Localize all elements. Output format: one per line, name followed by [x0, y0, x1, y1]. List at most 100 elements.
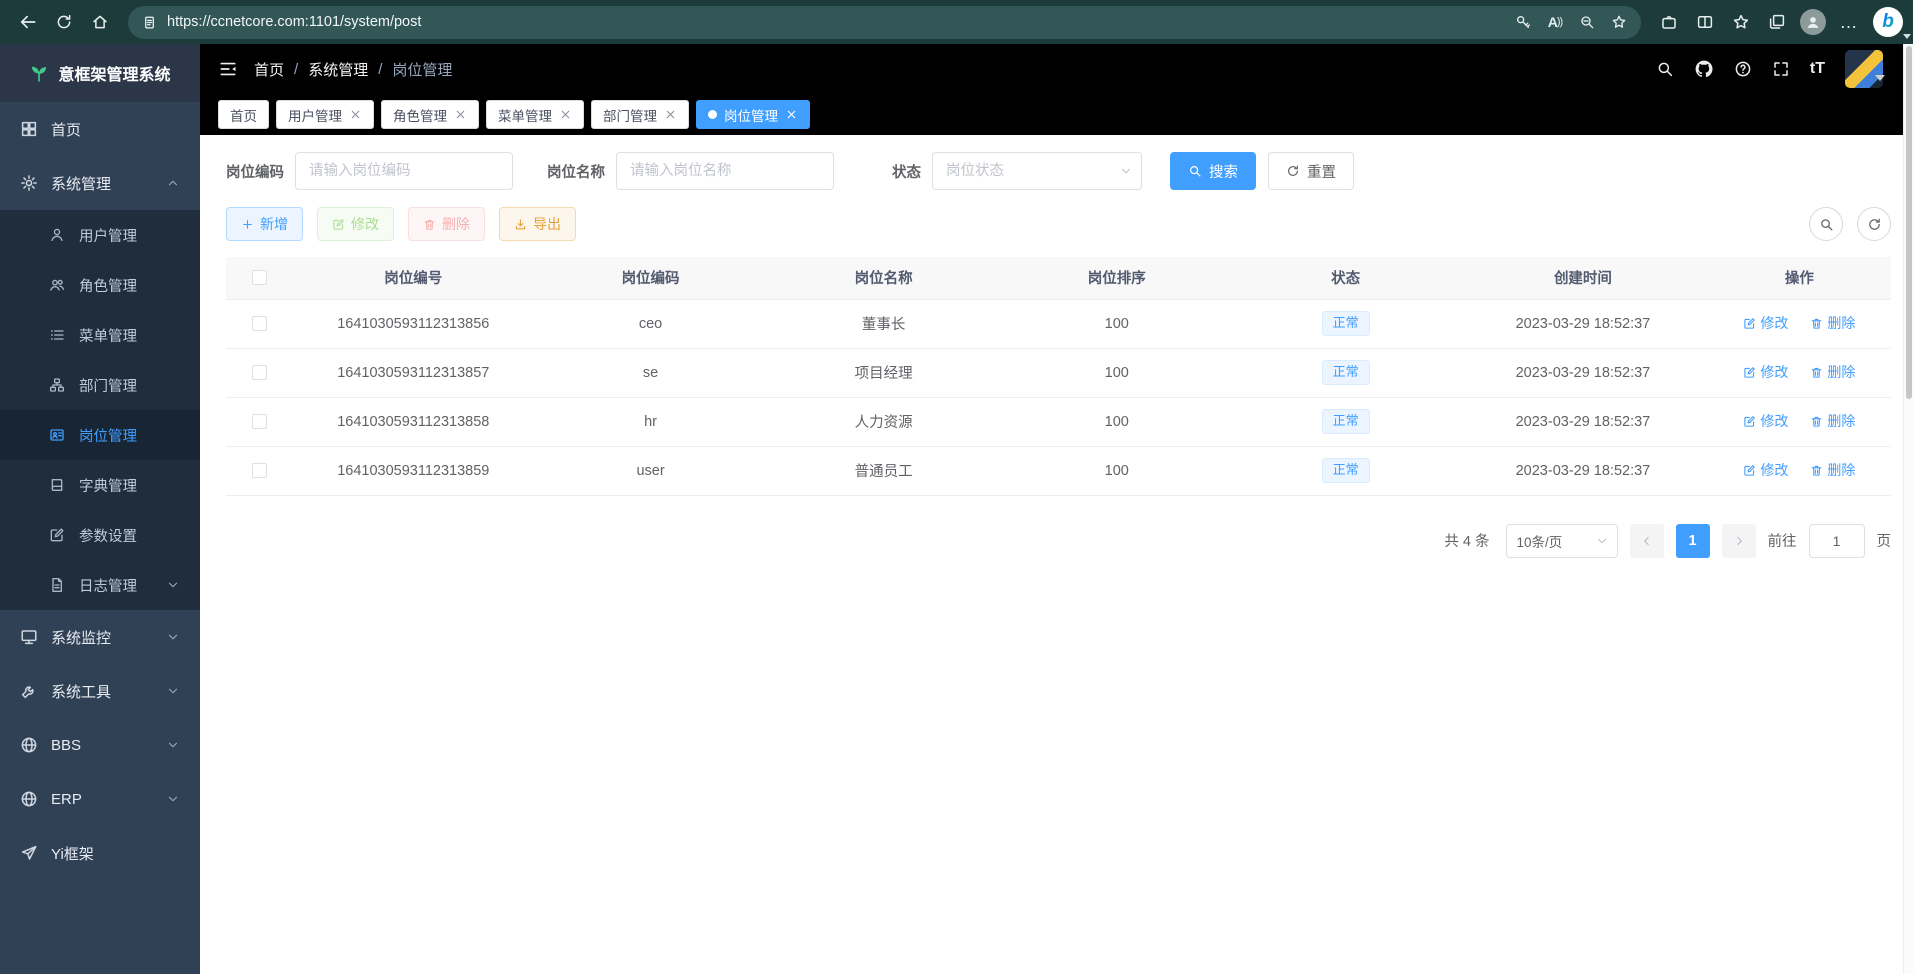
- sidebar-item-user-management[interactable]: 用户管理: [0, 210, 200, 260]
- sidebar-item-menu-management[interactable]: 菜单管理: [0, 310, 200, 360]
- browser-back-button[interactable]: [10, 5, 46, 39]
- close-icon[interactable]: [559, 108, 572, 121]
- favorites-button[interactable]: [1723, 5, 1759, 39]
- goto-page-input[interactable]: [1809, 524, 1865, 558]
- sidebar-item-label: 岗位管理: [79, 425, 137, 446]
- sidebar-item-system-management[interactable]: 系统管理: [0, 156, 200, 210]
- status-select[interactable]: [932, 152, 1142, 190]
- close-icon[interactable]: [664, 108, 677, 121]
- tab-department-management[interactable]: 部门管理: [591, 100, 689, 129]
- tab-menu-management[interactable]: 菜单管理: [486, 100, 584, 129]
- breadcrumb-home[interactable]: 首页: [254, 59, 284, 80]
- font-size-button[interactable]: tT: [1810, 60, 1825, 78]
- post-code-input[interactable]: [295, 152, 513, 190]
- row-edit-link[interactable]: 修改: [1743, 411, 1788, 431]
- avatar: [1845, 50, 1883, 88]
- address-bar[interactable]: https://ccnetcore.com:1101/system/post A…: [128, 6, 1641, 39]
- sidebar-item-system-monitor[interactable]: 系统监控: [0, 610, 200, 664]
- column-header-post-code: 岗位编码: [534, 257, 767, 299]
- row-checkbox[interactable]: [252, 365, 267, 380]
- profile-avatar-icon: [1800, 9, 1826, 35]
- close-icon[interactable]: [349, 108, 362, 121]
- row-delete-link[interactable]: 删除: [1810, 362, 1855, 382]
- pagination: 共 4 条 1 前往 页: [226, 524, 1891, 558]
- extensions-button[interactable]: [1651, 5, 1687, 39]
- sidebar-item-department-management[interactable]: 部门管理: [0, 360, 200, 410]
- zoom-out-button[interactable]: [1571, 5, 1603, 39]
- url-text[interactable]: https://ccnetcore.com:1101/system/post: [167, 14, 1497, 30]
- previous-page-button[interactable]: [1630, 524, 1664, 558]
- github-link[interactable]: [1694, 59, 1714, 79]
- next-page-button[interactable]: [1722, 524, 1756, 558]
- row-checkbox[interactable]: [252, 316, 267, 331]
- trash-icon: [1810, 366, 1823, 379]
- tab-user-management[interactable]: 用户管理: [276, 100, 374, 129]
- reset-button[interactable]: 重置: [1268, 152, 1354, 190]
- toggle-search-button[interactable]: [1809, 207, 1843, 241]
- browser-refresh-button[interactable]: [46, 5, 82, 39]
- sidebar-item-role-management[interactable]: 角色管理: [0, 260, 200, 310]
- tab-label: 角色管理: [393, 105, 447, 125]
- select-all-checkbox[interactable]: [252, 270, 267, 285]
- password-key-button[interactable]: [1507, 5, 1539, 39]
- scrollbar-thumb[interactable]: [1906, 46, 1912, 399]
- row-checkbox[interactable]: [252, 463, 267, 478]
- row-edit-link[interactable]: 修改: [1743, 362, 1788, 382]
- refresh-table-button[interactable]: [1857, 207, 1891, 241]
- sidebar-item-home[interactable]: 首页: [0, 102, 200, 156]
- tab-home[interactable]: 首页: [218, 100, 269, 129]
- read-aloud-button[interactable]: A)): [1539, 5, 1571, 39]
- row-checkbox[interactable]: [252, 414, 267, 429]
- status-select-input[interactable]: [932, 152, 1142, 190]
- table-row: 1641030593112313858 hr 人力资源 100 正常 2023-…: [226, 397, 1891, 446]
- tab-post-management[interactable]: 岗位管理: [696, 100, 810, 129]
- sidebar-item-bbs[interactable]: BBS: [0, 718, 200, 772]
- close-icon[interactable]: [785, 108, 798, 121]
- post-name-input[interactable]: [616, 152, 834, 190]
- browser-menu-button[interactable]: …: [1831, 5, 1867, 39]
- sidebar-item-system-tools[interactable]: 系统工具: [0, 664, 200, 718]
- cell-post-code: user: [534, 446, 767, 495]
- column-header-post-name: 岗位名称: [767, 257, 1000, 299]
- help-button[interactable]: [1734, 60, 1752, 78]
- close-icon[interactable]: [454, 108, 467, 121]
- fullscreen-button[interactable]: [1772, 60, 1790, 78]
- add-button[interactable]: 新增: [226, 207, 303, 241]
- page-scrollbar[interactable]: [1903, 44, 1913, 974]
- search-button[interactable]: 搜索: [1170, 152, 1256, 190]
- row-edit-link[interactable]: 修改: [1743, 460, 1788, 480]
- chevron-down-icon: [166, 738, 180, 752]
- app-logo[interactable]: 意框架管理系统: [0, 44, 200, 102]
- delete-button[interactable]: 删除: [408, 207, 485, 241]
- edit-button[interactable]: 修改: [317, 207, 394, 241]
- chevron-left-icon: [1640, 534, 1654, 548]
- sidebar-item-log-management[interactable]: 日志管理: [0, 560, 200, 610]
- sidebar-item-post-management[interactable]: 岗位管理: [0, 410, 200, 460]
- cell-post-sort: 100: [1000, 299, 1233, 348]
- user-menu[interactable]: [1845, 50, 1885, 88]
- cell-post-name: 项目经理: [767, 348, 1000, 397]
- book-icon: [48, 477, 66, 493]
- sidebar-item-erp[interactable]: ERP: [0, 772, 200, 826]
- row-delete-link[interactable]: 删除: [1810, 411, 1855, 431]
- row-delete-link[interactable]: 删除: [1810, 460, 1855, 480]
- add-favorite-button[interactable]: [1603, 5, 1635, 39]
- export-button[interactable]: 导出: [499, 207, 576, 241]
- header-search-button[interactable]: [1656, 60, 1674, 78]
- page-size-select[interactable]: [1506, 524, 1618, 558]
- browser-home-button[interactable]: [82, 5, 118, 39]
- row-delete-link[interactable]: 删除: [1810, 313, 1855, 333]
- page-number-1[interactable]: 1: [1676, 524, 1710, 558]
- sidebar-item-yi-framework[interactable]: Yi框架: [0, 826, 200, 880]
- collections-button[interactable]: [1759, 5, 1795, 39]
- sidebar-item-parameter-settings[interactable]: 参数设置: [0, 510, 200, 560]
- tab-role-management[interactable]: 角色管理: [381, 100, 479, 129]
- breadcrumb-system-management[interactable]: 系统管理: [308, 59, 368, 80]
- split-screen-button[interactable]: [1687, 5, 1723, 39]
- site-info-icon[interactable]: [142, 15, 157, 30]
- browser-profile-button[interactable]: [1795, 5, 1831, 39]
- sidebar-item-dictionary-management[interactable]: 字典管理: [0, 460, 200, 510]
- sidebar-fold-icon[interactable]: [218, 59, 238, 79]
- copilot-bing-button[interactable]: b: [1873, 7, 1903, 37]
- row-edit-link[interactable]: 修改: [1743, 313, 1788, 333]
